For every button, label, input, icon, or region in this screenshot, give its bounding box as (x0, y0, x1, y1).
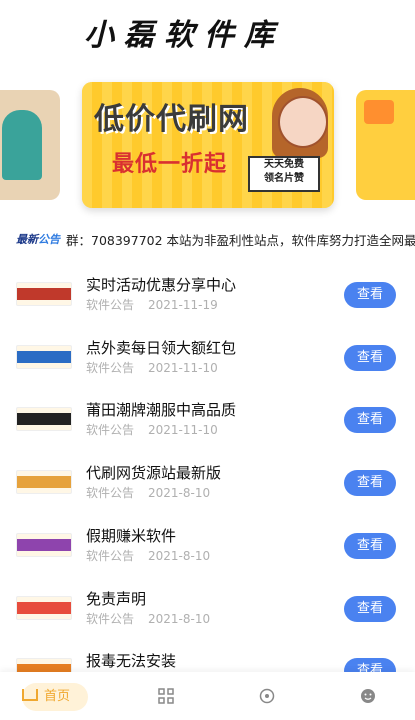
cartoon-girl-icon (278, 96, 328, 148)
notice-logo-b: 公告 (38, 233, 60, 246)
thumbnail-band (17, 350, 71, 363)
thumbnail-band (17, 476, 71, 489)
banner-slide-prev[interactable] (0, 90, 60, 200)
list-item[interactable]: 实时活动优惠分享中心软件公告 2021-11-19 查看 (0, 262, 415, 324)
notice-logo: 最新公告 (16, 231, 60, 247)
list-item-title: 免责声明 (86, 589, 147, 608)
smile-icon[interactable] (360, 688, 376, 704)
view-button[interactable]: 查看 (344, 595, 396, 622)
list-item-title: 报毒无法安装 (86, 652, 177, 671)
list-item-date: 2021-8-10 (148, 486, 211, 501)
notice-text: 群：708397702 本站为非盈利性站点，软件库努力打造全网最优 (66, 233, 415, 248)
list-item-title: 代刷网货源站最新版 (86, 464, 222, 483)
list-item[interactable]: 假期赚米软件软件公告 2021-8-10 查看 (0, 513, 415, 575)
banner-slide-next[interactable] (356, 90, 415, 200)
list-item[interactable]: 莆田潮牌潮服中高品质软件公告 2021-11-10 查看 (0, 387, 415, 449)
bottom-tab-bar: 首页 (0, 672, 415, 720)
thumbnail-image (16, 407, 72, 432)
list-item-meta: 软件公告 2021-8-10 (86, 610, 210, 627)
list-item-category: 软件公告 (86, 423, 135, 438)
list-item[interactable]: 点外卖每日领大额红包软件公告 2021-11-10 查看 (0, 325, 415, 387)
list-item-title: 点外卖每日领大额红包 (86, 338, 237, 357)
home-icon (22, 689, 38, 701)
thumbnail-image (16, 344, 72, 369)
thumbnail-image (16, 282, 72, 306)
list-item-meta: 软件公告 2021-11-10 (86, 421, 218, 438)
banner-badge-line2: 领名片赞 (264, 173, 304, 184)
list-item-meta: 软件公告 2021-8-10 (86, 547, 210, 564)
list-item-title: 假期赚米软件 (86, 526, 177, 545)
notice-bar[interactable]: 最新公告 群：708397702 本站为非盈利性站点，软件库努力打造全网最优 (0, 228, 415, 250)
banner-subtitle: 最低一折起 (112, 152, 228, 177)
tab-home-label: 首页 (44, 689, 71, 704)
thumbnail-band (17, 413, 71, 426)
list-item-category: 软件公告 (86, 360, 135, 375)
grid-icon[interactable] (158, 688, 174, 704)
list-item-meta: 软件公告 2021-11-10 (86, 359, 218, 376)
list-item-category: 软件公告 (86, 548, 135, 563)
list-item-date: 2021-11-10 (148, 360, 218, 375)
list-item[interactable]: 代刷网货源站最新版软件公告 2021-8-10 查看 (0, 450, 415, 512)
app-title: 小磊软件库 (84, 18, 284, 53)
megaphone-icon (364, 100, 394, 124)
list-item-date: 2021-11-19 (148, 298, 218, 312)
list-item-category: 软件公告 (86, 486, 135, 501)
thumbnail-image (16, 532, 72, 557)
list-item-date: 2021-11-10 (148, 423, 218, 438)
banner-badge: 天天免费 领名片赞 (248, 156, 320, 192)
compass-icon[interactable] (259, 688, 275, 704)
tab-home[interactable]: 首页 (22, 683, 88, 711)
view-button[interactable]: 查看 (344, 344, 396, 371)
list-item[interactable]: 免责声明软件公告 2021-8-10 查看 (0, 576, 415, 638)
thumbnail-band (17, 601, 71, 614)
list-item-title: 莆田潮牌潮服中高品质 (86, 401, 237, 420)
thumbnail-image (16, 470, 72, 495)
thumbnail-image (16, 595, 72, 620)
cartoon-figure-icon (2, 110, 42, 180)
thumbnail-band (17, 288, 71, 300)
list-item-category: 软件公告 (86, 611, 135, 626)
list-item-date: 2021-8-10 (148, 611, 211, 626)
list-item-meta: 软件公告 2021-8-10 (86, 484, 210, 501)
notice-logo-a: 最新 (16, 233, 38, 246)
view-button[interactable]: 查看 (344, 407, 396, 434)
list-item-title: 实时活动优惠分享中心 (86, 276, 237, 294)
list-item-meta: 软件公告 2021-11-19 (86, 296, 218, 313)
banner-slide-current[interactable]: 低价代刷网 最低一折起 天天免费 领名片赞 (82, 82, 334, 208)
banner-carousel[interactable]: 低价代刷网 最低一折起 天天免费 领名片赞 (0, 76, 415, 212)
list-item-category: 软件公告 (86, 298, 135, 312)
view-button[interactable]: 查看 (344, 532, 396, 559)
banner-title: 低价代刷网 (94, 102, 249, 137)
banner-badge-line1: 天天免费 (264, 159, 304, 170)
view-button[interactable]: 查看 (344, 470, 396, 497)
list-item-date: 2021-8-10 (148, 548, 211, 563)
thumbnail-band (17, 538, 71, 551)
view-button[interactable]: 查看 (344, 282, 396, 308)
